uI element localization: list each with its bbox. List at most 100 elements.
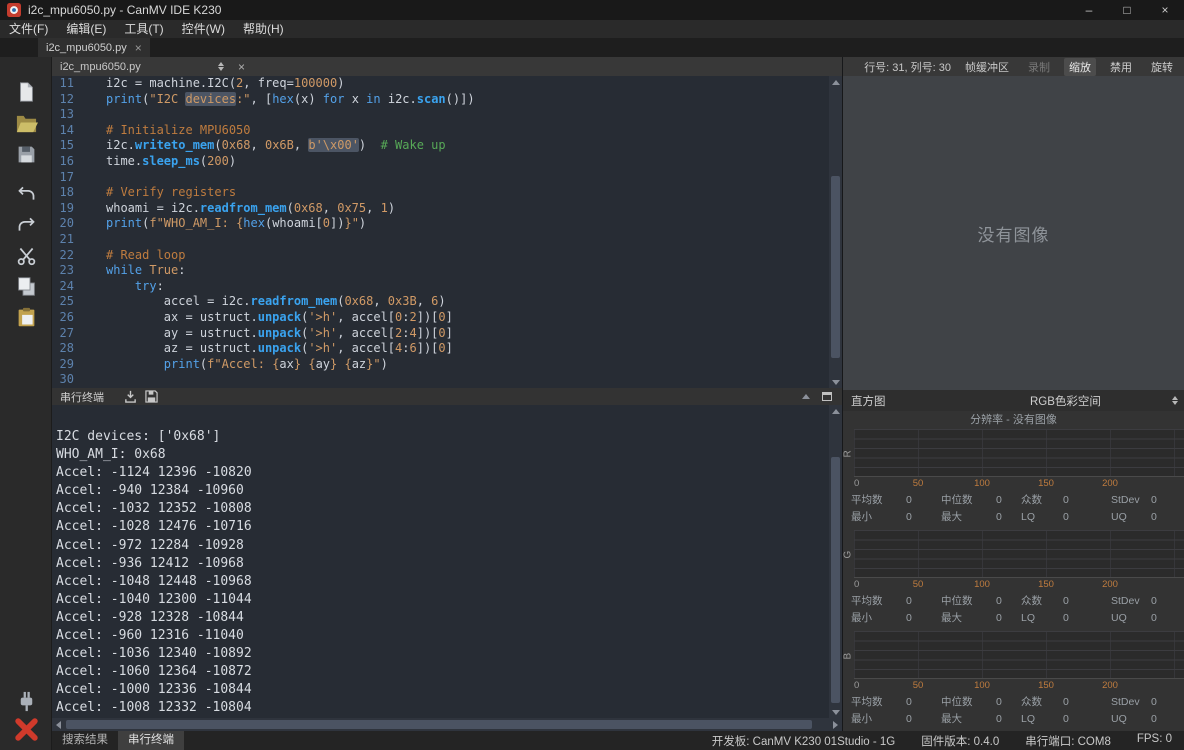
code-line[interactable]: 28 az = ustruct.unpack('>h', accel[4:6])… (52, 341, 829, 357)
terminal-line: Accel: -1000 12336 -10844 (56, 681, 829, 699)
stat-value: 0 (906, 511, 941, 523)
code-line[interactable]: 17 (52, 170, 829, 186)
code-line[interactable]: 13 (52, 107, 829, 123)
cut-button[interactable] (13, 242, 39, 268)
line-number[interactable]: 17 (52, 170, 74, 186)
detach-panel-icon[interactable] (822, 392, 832, 401)
terminal-hscroll-thumb[interactable] (66, 720, 812, 729)
code-line[interactable]: 19whoami = i2c.readfrom_mem(0x68, 0x75, … (52, 201, 829, 217)
scroll-up-icon[interactable] (829, 405, 842, 417)
line-number[interactable]: 26 (52, 310, 74, 326)
code-line[interactable]: 22# Read loop (52, 248, 829, 264)
scroll-left-icon[interactable] (52, 718, 65, 731)
code-line[interactable]: 15i2c.writeto_mem(0x68, 0x6B, b'\x00') #… (52, 138, 829, 154)
fb-button-禁用[interactable]: 禁用 (1105, 58, 1137, 76)
minimize-button[interactable]: – (1070, 0, 1108, 20)
line-number[interactable]: 20 (52, 216, 74, 232)
line-number[interactable]: 28 (52, 341, 74, 357)
status-tab-搜索结果[interactable]: 搜索结果 (52, 731, 118, 750)
line-number[interactable]: 27 (52, 326, 74, 342)
line-number[interactable]: 24 (52, 279, 74, 295)
disconnect-button[interactable] (13, 716, 39, 742)
colorspace-spinner-icon[interactable] (1172, 396, 1178, 405)
terminal-line: Accel: -960 12316 -11040 (56, 627, 829, 645)
line-number[interactable]: 15 (52, 138, 74, 154)
code-line[interactable]: 12print("I2C devices:", [hex(x) for x in… (52, 92, 829, 108)
stat-label: StDev (1111, 494, 1151, 506)
scroll-right-icon[interactable] (829, 718, 842, 731)
code-line[interactable]: 30 (52, 372, 829, 388)
line-number[interactable]: 19 (52, 201, 74, 217)
open-file-button[interactable] (13, 110, 39, 136)
line-number[interactable]: 12 (52, 92, 74, 108)
line-number[interactable]: 25 (52, 294, 74, 310)
terminal-vscroll-thumb[interactable] (831, 457, 840, 703)
code-line[interactable]: 24 try: (52, 279, 829, 295)
line-number[interactable]: 22 (52, 248, 74, 264)
fb-button-旋转[interactable]: 旋转 (1146, 58, 1178, 76)
save-button[interactable] (13, 141, 39, 167)
new-file-button[interactable] (13, 79, 39, 105)
redo-button[interactable] (13, 211, 39, 237)
code-line[interactable]: 23while True: (52, 263, 829, 279)
status-tab-串行终端[interactable]: 串行终端 (118, 731, 184, 750)
code-line[interactable]: 21 (52, 232, 829, 248)
scroll-down-icon[interactable] (829, 706, 842, 718)
line-number[interactable]: 30 (52, 372, 74, 388)
undo-button[interactable] (13, 180, 39, 206)
code-area[interactable]: 11i2c = machine.I2C(2, freq=100000)12pri… (52, 76, 829, 388)
paste-button[interactable] (13, 304, 39, 330)
line-number[interactable]: 16 (52, 154, 74, 170)
terminal-output[interactable]: I2C devices: ['0x68']WHO_AM_I: 0x68Accel… (52, 405, 829, 718)
tab-i2c-mpu6050[interactable]: i2c_mpu6050.py × (38, 38, 150, 57)
menu-item[interactable]: 编辑(E) (57, 20, 115, 38)
collapse-panel-icon[interactable] (802, 394, 810, 399)
line-number[interactable]: 11 (52, 76, 74, 92)
code-line[interactable]: 14# Initialize MPU6050 (52, 123, 829, 139)
save-log-icon[interactable] (145, 390, 158, 403)
window-controls: – □ × (1070, 0, 1184, 20)
file-selector-combo[interactable]: i2c_mpu6050.py (52, 57, 230, 76)
code-line[interactable]: 20print(f"WHO_AM_I: {hex(whoami[0])}") (52, 216, 829, 232)
close-button[interactable]: × (1146, 0, 1184, 20)
colorspace-select[interactable]: RGB色彩空间 (1030, 393, 1101, 409)
editor-vscrollbar[interactable] (829, 76, 842, 388)
menu-item[interactable]: 控件(W) (173, 20, 234, 38)
tab-close-icon[interactable]: × (135, 41, 142, 55)
menu-item[interactable]: 文件(F) (0, 20, 57, 38)
code-line[interactable]: 27 ay = ustruct.unpack('>h', accel[2:4])… (52, 326, 829, 342)
code-line[interactable]: 18# Verify registers (52, 185, 829, 201)
line-number[interactable]: 29 (52, 357, 74, 373)
line-number[interactable]: 14 (52, 123, 74, 139)
menu-item[interactable]: 工具(T) (115, 20, 172, 38)
code-line[interactable]: 26 ax = ustruct.unpack('>h', accel[0:2])… (52, 310, 829, 326)
scroll-up-icon[interactable] (829, 76, 842, 88)
line-number[interactable]: 13 (52, 107, 74, 123)
combo-spinner-icon[interactable] (218, 62, 224, 71)
menu-item[interactable]: 帮助(H) (234, 20, 293, 38)
maximize-button[interactable]: □ (1108, 0, 1146, 20)
editor-vscroll-thumb[interactable] (831, 176, 840, 358)
code-line[interactable]: 29 print(f"Accel: {ax} {ay} {az}") (52, 357, 829, 373)
code-line[interactable]: 11i2c = machine.I2C(2, freq=100000) (52, 76, 829, 92)
line-number[interactable]: 21 (52, 232, 74, 248)
scroll-down-icon[interactable] (829, 376, 842, 388)
terminal-line: Accel: -1036 12340 -10892 (56, 645, 829, 663)
status-info: 开发板: CanMV K230 01Studio - 1G固件版本: 0.4.0… (712, 733, 1184, 749)
export-log-icon[interactable] (124, 390, 137, 403)
terminal-hscrollbar[interactable] (52, 718, 842, 731)
terminal-line: Accel: -936 12412 -10968 (56, 555, 829, 573)
copy-button[interactable] (13, 273, 39, 299)
terminal-vscrollbar[interactable] (829, 405, 842, 718)
line-number[interactable]: 23 (52, 263, 74, 279)
fb-button-录制[interactable]: 录制 (1023, 58, 1055, 76)
code-line[interactable]: 25 accel = i2c.readfrom_mem(0x68, 0x3B, … (52, 294, 829, 310)
editor-close-icon[interactable]: × (238, 60, 245, 74)
code-line[interactable]: 16time.sleep_ms(200) (52, 154, 829, 170)
left-toolbar (0, 57, 52, 750)
line-number[interactable]: 18 (52, 185, 74, 201)
fb-button-缩放[interactable]: 缩放 (1064, 58, 1096, 76)
stat-value: 0 (996, 494, 1021, 506)
connect-button[interactable] (13, 688, 39, 714)
code-editor[interactable]: 11i2c = machine.I2C(2, freq=100000)12pri… (52, 76, 829, 388)
